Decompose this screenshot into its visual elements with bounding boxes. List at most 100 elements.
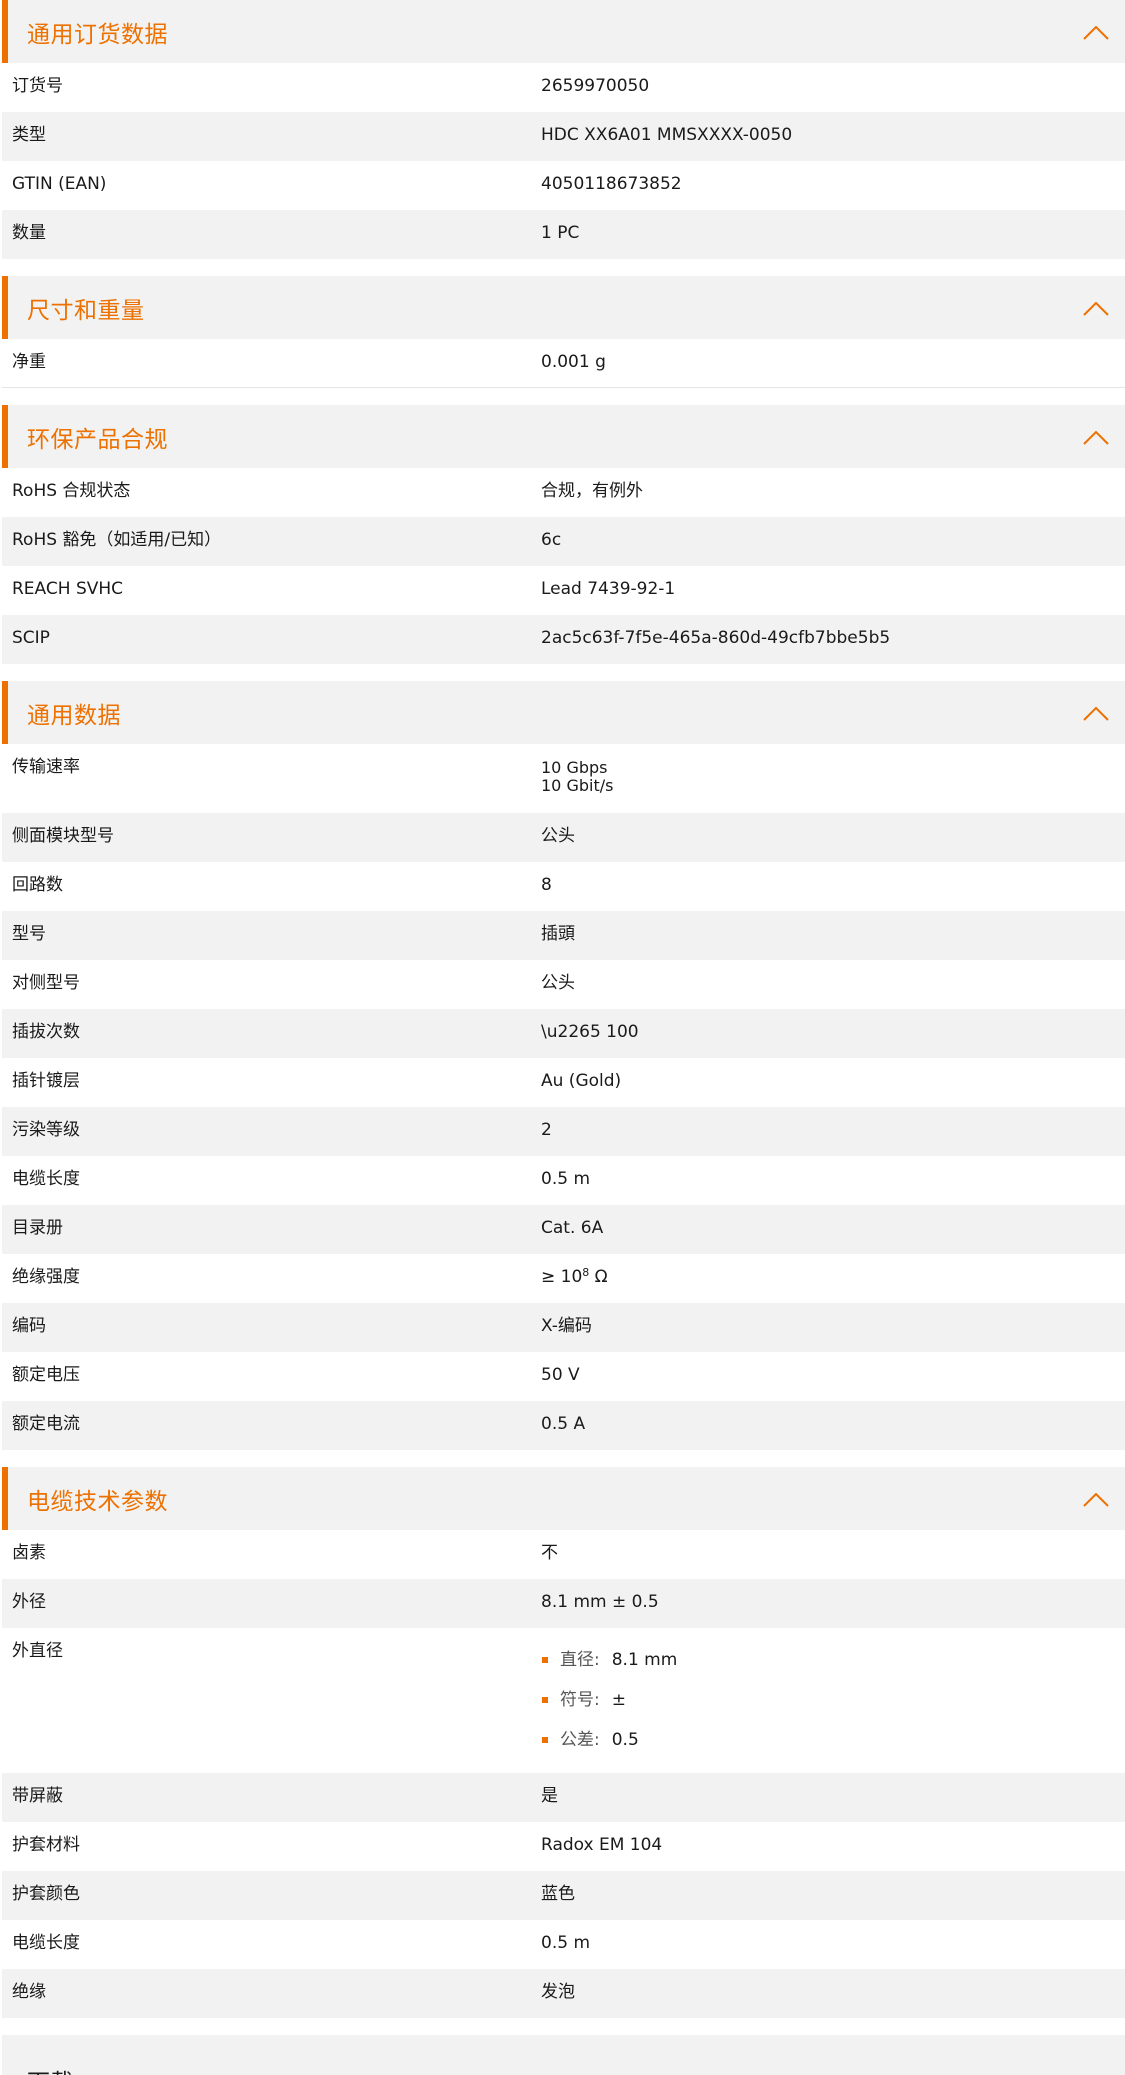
data-row-shielded: 带屏蔽 是	[2, 1773, 1125, 1822]
chevron-up-icon[interactable]	[1081, 298, 1111, 318]
data-row-cable-length: 电缆长度 0.5 m	[2, 1920, 1125, 1969]
data-row-net-weight: 净重 0.001 g	[2, 339, 1125, 388]
row-value: Au (Gold)	[541, 1071, 622, 1091]
row-label: 额定电压	[12, 1365, 80, 1385]
row-value: 公头	[541, 973, 575, 993]
row-label: 型号	[12, 924, 46, 944]
square-bullet-icon	[542, 1737, 548, 1743]
section-environmental-compliance: 环保产品合规 RoHS 合规状态 合规，有例外 RoHS 豁免（如适用/已知） …	[2, 405, 1125, 664]
row-label: 护套颜色	[12, 1884, 80, 1904]
row-label: RoHS 豁免（如适用/已知）	[12, 530, 222, 550]
chevron-up-icon[interactable]	[1081, 427, 1111, 447]
chevron-up-icon[interactable]	[1081, 1489, 1111, 1509]
row-label: 目录册	[12, 1218, 63, 1238]
section-title: 尺寸和重量	[27, 297, 145, 324]
list-item: 直径: 8.1 mm	[541, 1640, 1125, 1680]
value-line: 10 Gbps	[541, 758, 608, 777]
detail-list: 直径: 8.1 mm 符号: ± 公差: 0.5	[541, 1640, 1125, 1760]
row-value: 不	[541, 1543, 558, 1563]
row-label: 电缆长度	[12, 1169, 80, 1189]
chevron-up-icon[interactable]	[1081, 703, 1111, 723]
value-line: 10 Gbit/s	[541, 776, 614, 795]
row-value: 0.001 g	[541, 352, 606, 372]
square-bullet-icon	[542, 1697, 548, 1703]
section-header-general-order-data[interactable]: 通用订货数据	[2, 0, 1125, 63]
data-row-rohs-status: RoHS 合规状态 合规，有例外	[2, 468, 1125, 517]
row-label: 传输速率	[12, 757, 80, 777]
row-value: 1 PC	[541, 223, 580, 243]
data-row-outer-diameter: 外径 8.1 mm ± 0.5	[2, 1579, 1125, 1628]
row-label: 外径	[12, 1592, 46, 1612]
row-label: REACH SVHC	[12, 579, 124, 599]
row-value: 6c	[541, 530, 562, 550]
row-label: 插针镀层	[12, 1071, 80, 1091]
row-value: Radox EM 104	[541, 1835, 663, 1855]
row-label: GTIN (EAN)	[12, 174, 107, 194]
row-label: SCIP	[12, 628, 50, 648]
row-value: \u2265 100	[541, 1022, 639, 1042]
data-row-contact-plating: 插针镀层 Au (Gold)	[2, 1058, 1125, 1107]
data-row-rohs-exemption: RoHS 豁免（如适用/已知） 6c	[2, 517, 1125, 566]
section-dimensions-weight: 尺寸和重量 净重 0.001 g	[2, 276, 1125, 388]
data-row-outer-diameter-detail: 外直径 直径: 8.1 mm 符号: ± 公差: 0.5	[2, 1628, 1125, 1773]
row-label: 插拔次数	[12, 1022, 80, 1042]
row-label: 类型	[12, 125, 46, 145]
data-row-insulation: 绝缘 发泡	[2, 1969, 1125, 2018]
row-label: 对侧型号	[12, 973, 80, 993]
data-row-pollution-degree: 污染等级 2	[2, 1107, 1125, 1156]
row-label: 额定电流	[12, 1414, 80, 1434]
row-value: 2	[541, 1120, 552, 1140]
row-label: 卤素	[12, 1543, 46, 1563]
section-header-cable-technical-data[interactable]: 电缆技术参数	[2, 1467, 1125, 1530]
row-value: 4050118673852	[541, 174, 682, 194]
row-value: 发泡	[541, 1982, 575, 2002]
row-label: 带屏蔽	[12, 1786, 63, 1806]
section-general-order-data: 通用订货数据 订货号 2659970050 类型 HDC XX6A01 MMSX…	[2, 0, 1125, 259]
section-title: 电缆技术参数	[27, 1488, 168, 1515]
chevron-up-icon[interactable]	[1081, 22, 1111, 42]
data-row-scip: SCIP 2ac5c63f-7f5e-465a-860d-49cfb7bbe5b…	[2, 615, 1125, 664]
product-data-page: 通用订货数据 订货号 2659970050 类型 HDC XX6A01 MMSX…	[0, 0, 1125, 2075]
section-header-dimensions-weight[interactable]: 尺寸和重量	[2, 276, 1125, 339]
list-item-key: 符号:	[560, 1690, 600, 1710]
row-value: 2659970050	[541, 76, 650, 96]
data-row-transmission-rate: 传输速率 10 Gbps 10 Gbit/s	[2, 744, 1125, 813]
row-label: 污染等级	[12, 1120, 80, 1140]
row-label: 回路数	[12, 875, 63, 895]
row-label: 外直径	[12, 1641, 63, 1661]
section-cable-technical-data: 电缆技术参数 卤素 不 外径 8.1 mm ± 0.5 外直径 直径: 8.1 …	[2, 1467, 1125, 2018]
data-row-rated-voltage: 额定电压 50 V	[2, 1352, 1125, 1401]
row-label: 编码	[12, 1316, 46, 1336]
data-row-side-module-type: 侧面模块型号 公头	[2, 813, 1125, 862]
row-value: 插頭	[541, 924, 575, 944]
list-item-value: ±	[611, 1690, 626, 1710]
data-row-mating-model: 对侧型号 公头	[2, 960, 1125, 1009]
data-row-halogen: 卤素 不	[2, 1530, 1125, 1579]
row-value: 10 Gbps 10 Gbit/s	[541, 744, 1125, 813]
section-title: 通用数据	[27, 702, 121, 729]
value-prefix: ≥ 10	[541, 1267, 583, 1287]
data-row-reach-svhc: REACH SVHC Lead 7439-92-1	[2, 566, 1125, 615]
data-row-order-number: 订货号 2659970050	[2, 63, 1125, 112]
section-header-downloads[interactable]: 下载	[2, 2035, 1125, 2075]
data-row-jacket-material: 护套材料 Radox EM 104	[2, 1822, 1125, 1871]
list-item-value: 0.5	[611, 1730, 639, 1750]
row-label: 数量	[12, 223, 46, 243]
list-item-key: 直径:	[560, 1650, 600, 1670]
section-title: 下载	[27, 2063, 73, 2075]
data-row-cable-length: 电缆长度 0.5 m	[2, 1156, 1125, 1205]
list-item-value: 8.1 mm	[611, 1650, 678, 1670]
data-row-gtin: GTIN (EAN) 4050118673852	[2, 161, 1125, 210]
data-row-jacket-color: 护套颜色 蓝色	[2, 1871, 1125, 1920]
row-value: ≥ 108 Ω	[541, 1254, 1125, 1303]
data-row-coding: 编码 X-编码	[2, 1303, 1125, 1352]
row-value: 8	[541, 875, 552, 895]
list-item: 符号: ±	[541, 1680, 1125, 1720]
row-label: 订货号	[12, 76, 63, 96]
row-value: X-编码	[541, 1316, 592, 1336]
row-value: 2ac5c63f-7f5e-465a-860d-49cfb7bbe5b5	[541, 628, 891, 648]
section-header-general-data[interactable]: 通用数据	[2, 681, 1125, 744]
section-header-environmental-compliance[interactable]: 环保产品合规	[2, 405, 1125, 468]
data-row-insulation-resistance: 绝缘强度 ≥ 108 Ω	[2, 1254, 1125, 1303]
list-item-key: 公差:	[560, 1730, 600, 1750]
